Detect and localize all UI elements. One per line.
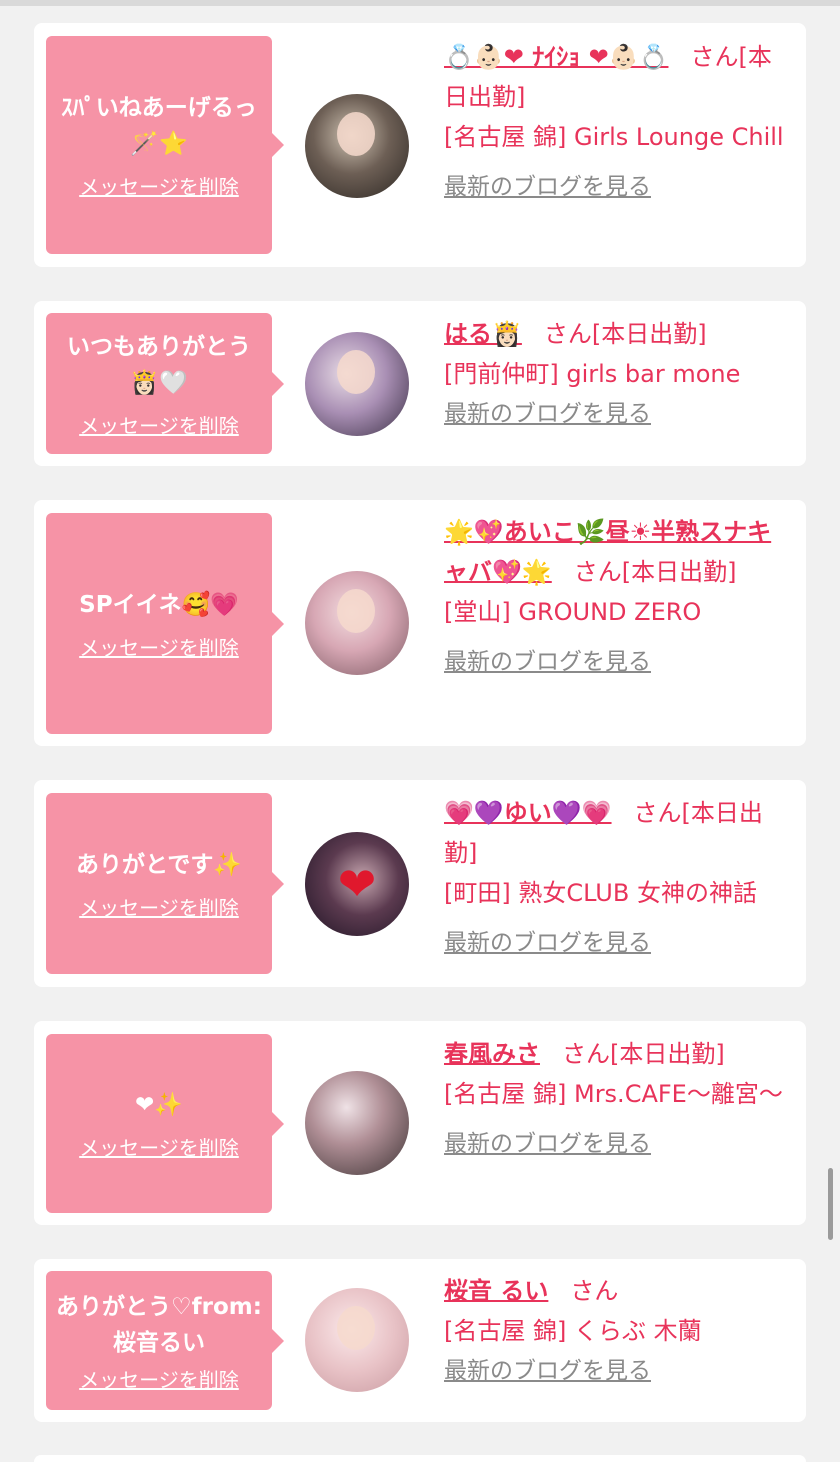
scrollbar[interactable]: [828, 1168, 833, 1240]
message-card: SPイイネ🥰💗 メッセージを削除 🌟💖あいこ🌿昼☀半熟スナキャバ💖🌟 さん[本日出…: [34, 500, 806, 746]
message-text: SPイイネ🥰💗: [79, 591, 239, 618]
attendance-label: さん[本日出勤]: [543, 320, 707, 348]
message-card: ❤✨ メッセージを削除 春風みさ さん[本日出勤] [名古屋 錦] Mrs.CAF…: [34, 1021, 806, 1225]
message-text: ありがとです✨: [76, 851, 242, 878]
latest-blog-link[interactable]: 最新のブログを見る: [444, 923, 794, 963]
attendance-label: さん[本日出勤]: [562, 1040, 725, 1068]
avatar[interactable]: [305, 571, 409, 675]
top-divider: [0, 0, 840, 6]
shop-label: [名古屋 錦] くらぶ 木蘭: [444, 1317, 702, 1345]
avatar[interactable]: [305, 1288, 409, 1392]
profile-info: 💍👶🏻❤ ﾅｲｼｮ ❤👶🏻💍 さん[本日出勤] [名古屋 錦] Girls Lou…: [444, 37, 794, 207]
delete-message-link[interactable]: メッセージを削除: [79, 413, 239, 439]
latest-blog-link[interactable]: 最新のブログを見る: [444, 1124, 794, 1164]
latest-blog-link[interactable]: 最新のブログを見る: [444, 167, 794, 207]
message-card: ありがとう♡from:桜音るい メッセージを削除 桜音 るい さん [名古屋 錦]…: [34, 1259, 806, 1422]
profile-info: 桜音 るい さん [名古屋 錦] くらぶ 木蘭 最新のブログを見る: [444, 1271, 794, 1391]
heart-icon: ❤: [337, 857, 377, 911]
profile-info: 春風みさ さん[本日出勤] [名古屋 錦] Mrs.CAFE〜離宮〜 最新のブログ…: [444, 1034, 794, 1164]
message-bubble: いつもありがとう👸🏻🤍 メッセージを削除: [46, 313, 284, 454]
avatar-face: [337, 112, 375, 156]
latest-blog-link[interactable]: 最新のブログを見る: [444, 1351, 794, 1391]
delete-message-link[interactable]: メッセージを削除: [79, 1135, 239, 1161]
message-bubble: ありがとです✨ メッセージを削除: [46, 793, 284, 974]
shop-label: [門前仲町] girls bar mone: [444, 360, 741, 388]
shop-label: [堂山] GROUND ZERO: [444, 598, 702, 626]
message-text: ありがとう♡from:桜音るい: [56, 1293, 262, 1356]
message-text: ❤✨: [135, 1091, 183, 1118]
message-bubble: SPイイネ🥰💗 メッセージを削除: [46, 513, 284, 734]
delete-message-link[interactable]: メッセージを削除: [79, 174, 239, 200]
avatar[interactable]: [305, 332, 409, 436]
delete-message-link[interactable]: メッセージを削除: [79, 895, 239, 921]
profile-info: はる👸🏻 さん[本日出勤] [門前仲町] girls bar mone 最新のブロ…: [444, 314, 794, 434]
message-card: ｽﾊﾟいねあーげるっ🪄⭐ メッセージを削除 💍👶🏻❤ ﾅｲｼｮ ❤👶🏻💍 さん[本…: [34, 23, 806, 267]
profile-name-link[interactable]: 💍👶🏻❤ ﾅｲｼｮ ❤👶🏻💍: [444, 43, 668, 71]
delete-message-link[interactable]: メッセージを削除: [79, 1367, 239, 1393]
attendance-label: さん[本日出勤]: [573, 558, 737, 586]
message-text: いつもありがとう👸🏻🤍: [67, 333, 251, 396]
profile-name-link[interactable]: はる👸🏻: [444, 320, 522, 348]
avatar[interactable]: [305, 1071, 409, 1175]
profile-info: 💗💜ゆい💜💗 さん[本日出勤] [町田] 熟女CLUB 女神の神話 最新のブログを…: [444, 793, 794, 963]
latest-blog-link[interactable]: 最新のブログを見る: [444, 394, 794, 434]
avatar-face: [337, 589, 375, 633]
latest-blog-link[interactable]: 最新のブログを見る: [444, 642, 794, 682]
shop-label: [町田] 熟女CLUB 女神の神話: [444, 879, 757, 907]
message-bubble: ありがとう♡from:桜音るい メッセージを削除: [46, 1271, 284, 1410]
shop-label: [名古屋 錦] Mrs.CAFE〜離宮〜: [444, 1080, 783, 1108]
message-card-partial: [34, 1455, 806, 1462]
avatar[interactable]: [305, 94, 409, 198]
profile-name-link[interactable]: 💗💜ゆい💜💗: [444, 799, 612, 827]
attendance-label: さん: [570, 1277, 619, 1305]
avatar-face: [337, 350, 375, 394]
message-card: いつもありがとう👸🏻🤍 メッセージを削除 はる👸🏻 さん[本日出勤] [門前仲町]…: [34, 301, 806, 466]
profile-name-link[interactable]: 春風みさ: [444, 1040, 540, 1068]
delete-message-link[interactable]: メッセージを削除: [79, 635, 239, 661]
message-bubble: ❤✨ メッセージを削除: [46, 1034, 284, 1213]
message-card: ありがとです✨ メッセージを削除 ❤ 💗💜ゆい💜💗 さん[本日出勤] [町田] 熟…: [34, 780, 806, 987]
profile-info: 🌟💖あいこ🌿昼☀半熟スナキャバ💖🌟 さん[本日出勤] [堂山] GROUND ZE…: [444, 512, 794, 682]
message-text: ｽﾊﾟいねあーげるっ🪄⭐: [61, 95, 257, 157]
message-bubble: ｽﾊﾟいねあーげるっ🪄⭐ メッセージを削除: [46, 36, 284, 254]
shop-label: [名古屋 錦] Girls Lounge Chill: [444, 123, 784, 151]
avatar-face: [337, 1306, 375, 1350]
avatar[interactable]: ❤: [305, 832, 409, 936]
profile-name-link[interactable]: 桜音 るい: [444, 1277, 548, 1305]
